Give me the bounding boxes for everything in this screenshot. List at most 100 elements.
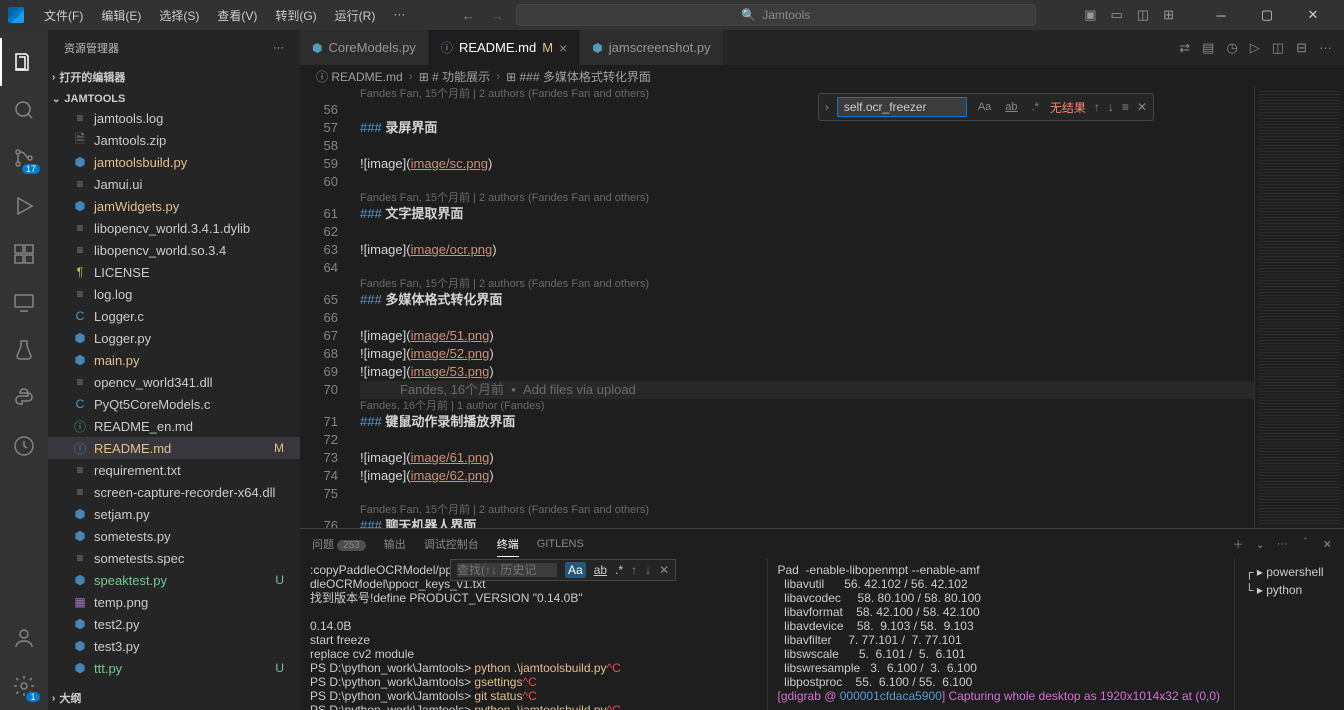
run-file-icon[interactable]: ▷ bbox=[1250, 40, 1260, 56]
file-item[interactable]: ⬢ttt.pyU bbox=[48, 657, 300, 679]
editor-tab[interactable]: ⬢CoreModels.py bbox=[300, 30, 429, 65]
file-item[interactable]: ⬢jamWidgets.py bbox=[48, 195, 300, 217]
explorer-icon[interactable] bbox=[0, 38, 48, 86]
testing-icon[interactable] bbox=[0, 326, 48, 374]
file-item[interactable]: ⬢sometests.py bbox=[48, 525, 300, 547]
terminal-find-input[interactable] bbox=[457, 563, 557, 577]
breadcrumb[interactable]: ⓘ README.md›⊞ # 功能展示›⊞ ### 多媒体格式转化界面 bbox=[300, 65, 1344, 87]
remote-icon[interactable] bbox=[0, 278, 48, 326]
file-item[interactable]: 🗎Jamtools.zip bbox=[48, 129, 300, 151]
outline-section[interactable]: ›大纲 bbox=[48, 688, 300, 708]
file-item[interactable]: ⬢Logger.py bbox=[48, 327, 300, 349]
file-item[interactable]: Ctxpythonsdk.c bbox=[48, 679, 300, 684]
file-item[interactable]: ≡requirement.txt bbox=[48, 459, 300, 481]
more-icon[interactable]: ··· bbox=[273, 42, 284, 54]
sidebar-right-icon[interactable]: ◫ bbox=[1137, 7, 1149, 23]
terminal-pane-2[interactable]: Pad -enable-libopenmpt --enable-amf liba… bbox=[767, 559, 1235, 710]
close-button[interactable]: ✕ bbox=[1290, 0, 1336, 30]
terminal-list-item[interactable]: ┌ ▸ powershell bbox=[1239, 563, 1340, 581]
whole-word-icon[interactable]: ab bbox=[1002, 101, 1020, 113]
editor-tab[interactable]: ⬢jamscreenshot.py bbox=[580, 30, 723, 65]
more-actions-icon[interactable]: ··· bbox=[1319, 40, 1332, 55]
minimize-button[interactable]: ─ bbox=[1198, 0, 1244, 30]
new-terminal-icon[interactable]: ＋ bbox=[1233, 536, 1244, 552]
nav-forward-icon[interactable]: → bbox=[491, 8, 504, 23]
menu-item[interactable]: 选择(S) bbox=[151, 3, 207, 28]
file-item[interactable]: ≡Jamui.ui bbox=[48, 173, 300, 195]
codelens[interactable]: Fandes, 16个月前 | 1 author (Fandes) bbox=[360, 399, 1254, 413]
maximize-button[interactable]: ▢ bbox=[1244, 0, 1290, 30]
layout-icon[interactable]: ▣ bbox=[1084, 7, 1096, 23]
project-section[interactable]: ⌄JAMTOOLS bbox=[48, 91, 300, 107]
menu-item[interactable]: ··· bbox=[385, 3, 413, 28]
file-item[interactable]: ⬢jamtoolsbuild.py bbox=[48, 151, 300, 173]
nav-back-icon[interactable]: ← bbox=[462, 8, 475, 23]
account-icon[interactable] bbox=[0, 614, 48, 662]
menu-item[interactable]: 转到(G) bbox=[267, 3, 324, 28]
split-down-icon[interactable]: ⊟ bbox=[1296, 40, 1307, 56]
find-input[interactable] bbox=[837, 97, 967, 117]
search-activity-icon[interactable] bbox=[0, 86, 48, 134]
t-close-icon[interactable]: ✕ bbox=[659, 563, 669, 577]
open-editors-section[interactable]: ›打开的编辑器 bbox=[48, 67, 300, 87]
breadcrumb-item[interactable]: ⊞ # 功能展示 bbox=[419, 68, 490, 85]
settings-icon[interactable]: 1 bbox=[0, 662, 48, 710]
file-item[interactable]: ⬢test3.py bbox=[48, 635, 300, 657]
match-case-icon[interactable]: Aa bbox=[975, 101, 994, 113]
file-item[interactable]: ≡log.log bbox=[48, 283, 300, 305]
file-item[interactable]: ≡libopencv_world.3.4.1.dylib bbox=[48, 217, 300, 239]
file-item[interactable]: ≡jamtools.log bbox=[48, 107, 300, 129]
gitlens-tab[interactable]: GITLENS bbox=[537, 534, 584, 554]
extensions-icon[interactable] bbox=[0, 230, 48, 278]
compare-icon[interactable]: ⇄ bbox=[1179, 40, 1190, 56]
output-tab[interactable]: 输出 bbox=[384, 532, 406, 556]
file-item[interactable]: ≡libopencv_world.so.3.4 bbox=[48, 239, 300, 261]
python-env-icon[interactable] bbox=[0, 374, 48, 422]
terminal-tab[interactable]: 终端 bbox=[497, 532, 519, 557]
file-item[interactable]: ≡sometests.spec bbox=[48, 547, 300, 569]
split-icon[interactable]: ◫ bbox=[1272, 40, 1284, 56]
file-item[interactable]: CPyQt5CoreModels.c bbox=[48, 393, 300, 415]
breadcrumb-item[interactable]: ⊞ ### 多媒体格式转化界面 bbox=[506, 68, 651, 85]
find-next-icon[interactable]: ↓ bbox=[1108, 100, 1114, 114]
t-next-icon[interactable]: ↓ bbox=[645, 563, 651, 577]
t-match-case-icon[interactable]: Aa bbox=[565, 562, 586, 578]
find-prev-icon[interactable]: ↑ bbox=[1094, 100, 1100, 114]
file-item[interactable]: ▦temp.png bbox=[48, 591, 300, 613]
codelens[interactable]: Fandes Fan, 15个月前 | 2 authors (Fandes Fa… bbox=[360, 277, 1254, 291]
file-item[interactable]: ≡screen-capture-recorder-x64.dll bbox=[48, 481, 300, 503]
find-expand-icon[interactable]: › bbox=[825, 100, 829, 114]
find-close-icon[interactable]: ✕ bbox=[1137, 100, 1147, 114]
editor-content[interactable]: › Aa ab .* 无结果 ↑ ↓ ≡ ✕ 5657585960 616263… bbox=[300, 87, 1254, 528]
menu-item[interactable]: 查看(V) bbox=[209, 3, 265, 28]
codelens[interactable]: Fandes Fan, 15个月前 | 2 authors (Fandes Fa… bbox=[360, 503, 1254, 517]
tab-close-icon[interactable]: × bbox=[559, 40, 567, 56]
terminal-list-item[interactable]: └ ▸ python bbox=[1239, 581, 1340, 599]
regex-icon[interactable]: .* bbox=[1029, 101, 1042, 113]
history-icon[interactable] bbox=[0, 422, 48, 470]
run-icon[interactable] bbox=[0, 182, 48, 230]
menu-item[interactable]: 运行(R) bbox=[327, 3, 384, 28]
file-item[interactable]: ⬢test2.py bbox=[48, 613, 300, 635]
customize-layout-icon[interactable]: ⊞ bbox=[1163, 7, 1174, 23]
file-item[interactable]: ⬢setjam.py bbox=[48, 503, 300, 525]
panel-more-icon[interactable]: ··· bbox=[1277, 538, 1288, 550]
file-item[interactable]: ≡opencv_world341.dll bbox=[48, 371, 300, 393]
file-item[interactable]: ⬢main.py bbox=[48, 349, 300, 371]
panel-maximize-icon[interactable]: ＾ bbox=[1300, 536, 1311, 552]
breadcrumb-item[interactable]: ⓘ README.md bbox=[316, 68, 403, 85]
terminal-dropdown-icon[interactable]: ⌄ bbox=[1256, 538, 1265, 551]
problems-tab[interactable]: 问题 253 bbox=[312, 532, 366, 556]
file-item[interactable]: ⬢speaktest.pyU bbox=[48, 569, 300, 591]
find-filter-icon[interactable]: ≡ bbox=[1122, 100, 1129, 114]
panel-icon[interactable]: ▭ bbox=[1111, 7, 1123, 23]
t-regex-icon[interactable]: .* bbox=[615, 563, 623, 577]
editor-tab[interactable]: ⓘREADME.mdM× bbox=[429, 30, 580, 65]
codelens[interactable]: Fandes Fan, 15个月前 | 2 authors (Fandes Fa… bbox=[360, 191, 1254, 205]
debug-console-tab[interactable]: 调试控制台 bbox=[424, 532, 479, 556]
minimap[interactable] bbox=[1254, 87, 1344, 528]
terminal-pane-1[interactable]: :copyPaddleOCRModel/ppoc dleOCRModel\ppo… bbox=[300, 559, 767, 710]
file-item[interactable]: ⓘREADME.mdM bbox=[48, 437, 300, 459]
command-center[interactable]: 🔍 Jamtools bbox=[516, 4, 1036, 26]
timeline-icon[interactable]: ◷ bbox=[1226, 40, 1237, 56]
